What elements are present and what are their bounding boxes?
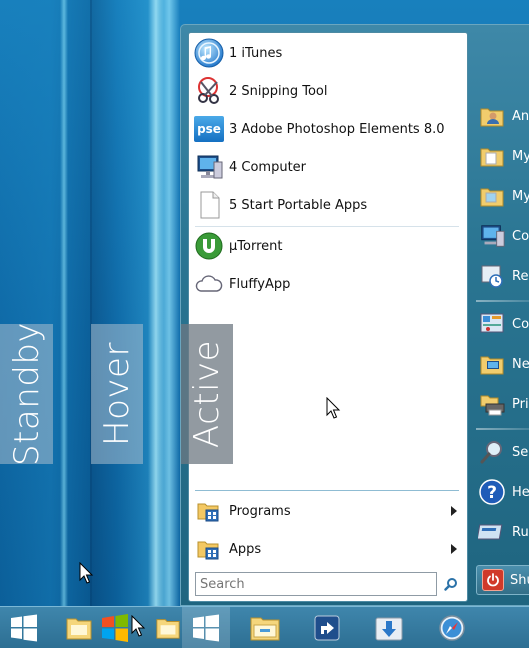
mouse-cursor-icon [79,562,94,584]
compass-icon [439,615,465,641]
windows-flag-icon [102,614,128,642]
run-icon [476,516,508,548]
start-button-hover[interactable] [96,607,134,648]
help-icon: ? [476,476,508,508]
control-panel-icon [476,308,508,340]
right-item-search[interactable]: Search [476,434,529,470]
folder-icon [476,140,508,172]
programs-separator [195,490,459,491]
pinned-item-photoshop-elements[interactable]: pse 3 Adobe Photoshop Elements 8.0 [193,111,461,147]
svg-text:?: ? [487,483,497,503]
mouse-cursor-icon [326,397,341,419]
programs-menu-item[interactable]: Programs [195,494,461,528]
taskbar-file-explorer[interactable] [246,607,284,648]
file-explorer-icon [66,618,92,640]
pinned-item-computer[interactable]: 4 Computer [193,149,461,185]
search-input[interactable] [195,572,437,596]
windows-logo-icon [193,614,219,642]
right-item-help[interactable]: ? Help and Support [476,474,529,510]
taskbar-shortcut-app[interactable] [308,607,346,648]
apps-menu-item[interactable]: Apps [195,532,461,566]
itunes-icon [193,37,225,69]
folder-icon [476,180,508,212]
right-item-recent-items[interactable]: Recent Items [476,258,529,294]
active-label: Active [181,324,233,464]
recent-items-icon [476,260,508,292]
standby-label: Standby [0,322,53,466]
pinned-separator [195,226,459,227]
right-item-run[interactable]: Run... [476,514,529,550]
file-explorer-icon [250,617,280,641]
recent-item-fluffyapp[interactable]: FluffyApp [193,266,461,302]
recent-item-utorrent[interactable]: µTorrent [193,228,461,264]
user-folder-icon [476,100,508,132]
shortcut-arrow-icon [314,615,340,641]
taskbar-explorer-standby[interactable] [62,607,96,648]
printer-icon [476,388,508,420]
taskbar-safari[interactable] [432,607,472,648]
right-item-printers[interactable]: Printers [476,386,529,422]
chevron-right-icon [451,506,457,516]
file-explorer-icon [156,619,180,639]
taskbar [0,606,529,648]
utorrent-icon [193,230,225,262]
start-menu-left-pane: 1 iTunes 2 Snipping Tool pse 3 Adobe Pho… [188,32,468,602]
cloud-icon [193,268,225,300]
power-icon [482,569,504,591]
right-item-user[interactable]: Andy [476,98,529,134]
start-button-active[interactable] [182,607,230,648]
computer-icon [193,151,225,183]
network-icon [476,348,508,380]
right-item-computer[interactable]: Computer [476,218,529,254]
windows-logo-icon [11,614,37,642]
computer-icon [476,220,508,252]
hover-label: Hover [91,324,143,464]
right-item-my-documents[interactable]: My Documents [476,138,529,174]
photoshop-elements-icon: pse [193,113,225,145]
pinned-item-portable-apps[interactable]: 5 Start Portable Apps [193,187,461,223]
right-item-network[interactable]: Network [476,346,529,382]
start-button-standby[interactable] [0,607,48,648]
taskbar-explorer-hover[interactable] [154,607,182,648]
document-icon [193,189,225,221]
right-item-control-panel[interactable]: Control Panel [476,306,529,342]
search-icon[interactable] [440,573,462,595]
shutdown-button[interactable]: Shut Down [476,565,529,595]
pinned-item-itunes[interactable]: 1 iTunes [193,35,461,71]
chevron-right-icon [451,544,457,554]
right-item-my-pictures[interactable]: My Pictures [476,178,529,214]
pinned-item-snipping-tool[interactable]: 2 Snipping Tool [193,73,461,109]
programs-folder-icon [195,497,223,525]
apps-folder-icon [195,535,223,563]
download-arrow-icon [375,617,403,641]
mouse-cursor-icon [131,615,146,637]
search-icon [476,436,508,468]
taskbar-download-app[interactable] [370,607,408,648]
snipping-tool-icon [193,75,225,107]
